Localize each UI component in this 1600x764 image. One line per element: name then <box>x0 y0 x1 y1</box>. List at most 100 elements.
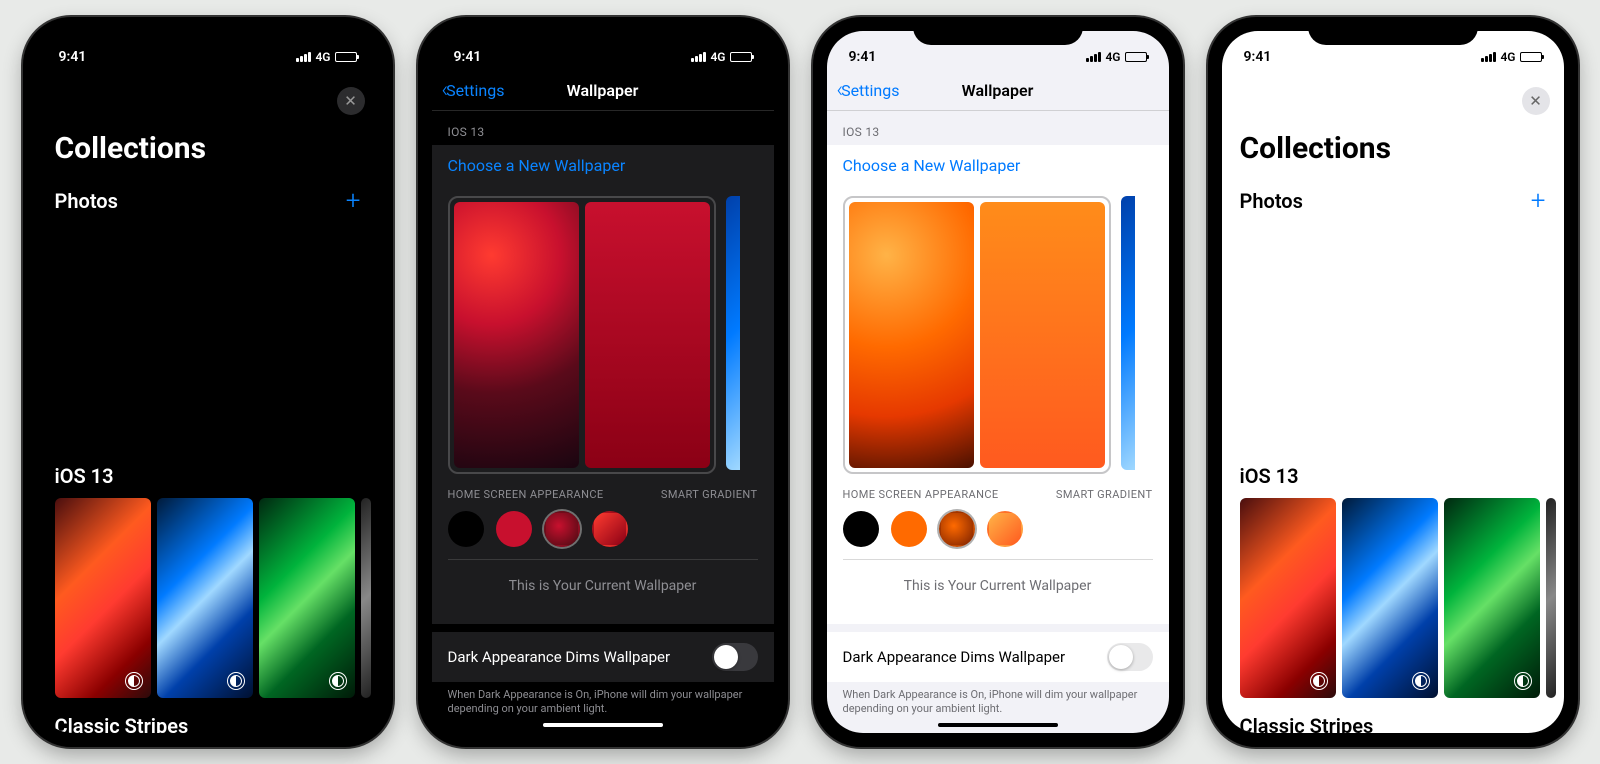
dims-toggle-row[interactable]: Dark Appearance Dims Wallpaper <box>432 632 774 682</box>
back-label: Settings <box>446 81 504 100</box>
appearance-dot-dark[interactable] <box>939 511 975 547</box>
footer-description: When Dark Appearance is On, iPhone will … <box>432 682 774 723</box>
ios13-thumb-row[interactable] <box>37 494 379 702</box>
phone-frame: 9:41 4G ✕ Collections Photos + iOS 13 Cl… <box>1208 17 1578 747</box>
photos-empty-area[interactable] <box>37 222 379 452</box>
dims-toggle-label: Dark Appearance Dims Wallpaper <box>448 648 671 666</box>
divider <box>448 559 758 560</box>
add-icon[interactable]: + <box>1531 186 1546 216</box>
choose-wallpaper-link[interactable]: Choose a New Wallpaper <box>827 145 1169 186</box>
screen-wallpaper-light: 9:41 4G ‹ Settings Wallpaper IOS 13 Choo… <box>827 31 1169 733</box>
back-label: Settings <box>841 81 899 100</box>
lock-screen-preview <box>849 202 974 468</box>
photos-row-header[interactable]: Photos + <box>37 174 379 222</box>
photos-empty-area[interactable] <box>1222 222 1564 452</box>
wallpaper-thumb[interactable] <box>1342 498 1438 698</box>
status-right: 4G <box>1481 50 1541 64</box>
ios13-label: iOS 13 <box>55 464 114 488</box>
classic-row-header: Classic Stripes <box>37 702 379 733</box>
page-title: Collections <box>37 71 379 174</box>
wallpaper-thumb[interactable] <box>361 498 371 698</box>
phone-frame: 9:41 4G ‹ Settings Wallpaper IOS 13 Choo… <box>418 17 788 747</box>
phone-frame: 9:41 4G ‹ Settings Wallpaper IOS 13 Choo… <box>813 17 1183 747</box>
wallpaper-preview-selected[interactable] <box>448 196 716 474</box>
classic-label: Classic Stripes <box>55 714 189 733</box>
home-indicator[interactable] <box>543 723 663 727</box>
notch <box>123 17 293 45</box>
notch <box>518 17 688 45</box>
appearance-dot-black[interactable] <box>843 511 879 547</box>
preview-area: HOME SCREEN APPEARANCE SMART GRADIENT Th… <box>827 186 1169 624</box>
dynamic-badge-icon <box>1514 672 1532 690</box>
dynamic-badge-icon <box>227 672 245 690</box>
back-button[interactable]: ‹ Settings <box>837 78 900 103</box>
dynamic-badge-icon <box>125 672 143 690</box>
nav-bar: ‹ Settings Wallpaper <box>827 71 1169 111</box>
status-time: 9:41 <box>1244 49 1272 65</box>
dynamic-badge-icon <box>1412 672 1430 690</box>
screen-collections-light: 9:41 4G ✕ Collections Photos + iOS 13 Cl… <box>1222 31 1564 733</box>
nav-title: Wallpaper <box>962 81 1034 100</box>
ios13-row-header: iOS 13 <box>1222 452 1564 494</box>
ios13-thumb-row[interactable] <box>1222 494 1564 702</box>
photos-label: Photos <box>55 189 118 213</box>
close-button[interactable]: ✕ <box>337 87 365 115</box>
wallpaper-thumb[interactable] <box>157 498 253 698</box>
battery-icon <box>730 52 752 62</box>
close-button[interactable]: ✕ <box>1522 87 1550 115</box>
signal-icon <box>691 52 706 62</box>
current-wallpaper-label: This is Your Current Wallpaper <box>448 572 758 608</box>
phone-frame: 9:41 4G ✕ Collections Photos + iOS 13 Cl… <box>23 17 393 747</box>
ios13-row-header: iOS 13 <box>37 452 379 494</box>
classic-label: Classic Stripes <box>1240 714 1374 733</box>
appearance-dot-color[interactable] <box>496 511 532 547</box>
wallpaper-preview-next[interactable] <box>726 196 740 470</box>
screen-wallpaper-dark: 9:41 4G ‹ Settings Wallpaper IOS 13 Choo… <box>432 31 774 733</box>
wallpaper-thumb[interactable] <box>1444 498 1540 698</box>
choose-wallpaper-link[interactable]: Choose a New Wallpaper <box>432 145 774 186</box>
section-label: IOS 13 <box>827 111 1169 145</box>
home-screen-preview <box>585 202 710 468</box>
add-icon[interactable]: + <box>346 186 361 216</box>
status-time: 9:41 <box>59 49 87 65</box>
appearance-labels: HOME SCREEN APPEARANCE SMART GRADIENT <box>843 474 1153 511</box>
signal-icon <box>1086 52 1101 62</box>
wallpaper-thumb[interactable] <box>1240 498 1336 698</box>
footer-description: When Dark Appearance is On, iPhone will … <box>827 682 1169 723</box>
toggle-knob <box>1109 645 1133 669</box>
wallpaper-thumb[interactable] <box>55 498 151 698</box>
wallpaper-preview-next[interactable] <box>1121 196 1135 470</box>
dims-toggle[interactable] <box>1107 643 1153 671</box>
network-label: 4G <box>315 50 330 64</box>
appearance-dot-gradient[interactable] <box>592 511 628 547</box>
wallpaper-thumb[interactable] <box>259 498 355 698</box>
appearance-dot-color[interactable] <box>891 511 927 547</box>
notch <box>1308 17 1478 45</box>
home-screen-preview <box>980 202 1105 468</box>
toggle-knob <box>714 645 738 669</box>
dims-toggle[interactable] <box>712 643 758 671</box>
nav-title: Wallpaper <box>567 81 639 100</box>
back-button[interactable]: ‹ Settings <box>442 78 505 103</box>
battery-icon <box>1520 52 1542 62</box>
appearance-dot-black[interactable] <box>448 511 484 547</box>
signal-icon <box>296 52 311 62</box>
wallpaper-thumb[interactable] <box>1546 498 1556 698</box>
dynamic-badge-icon <box>1310 672 1328 690</box>
classic-row-header: Classic Stripes <box>1222 702 1564 733</box>
wallpaper-preview-selected[interactable] <box>843 196 1111 474</box>
home-appearance-label: HOME SCREEN APPEARANCE <box>448 488 604 501</box>
status-time: 9:41 <box>849 49 877 65</box>
network-label: 4G <box>710 50 725 64</box>
dims-toggle-row[interactable]: Dark Appearance Dims Wallpaper <box>827 632 1169 682</box>
appearance-dots <box>843 511 1153 547</box>
status-time: 9:41 <box>454 49 482 65</box>
signal-icon <box>1481 52 1496 62</box>
photos-row-header[interactable]: Photos + <box>1222 174 1564 222</box>
status-right: 4G <box>691 50 751 64</box>
appearance-dot-dark[interactable] <box>544 511 580 547</box>
home-indicator[interactable] <box>938 723 1058 727</box>
status-right: 4G <box>1086 50 1146 64</box>
appearance-dot-gradient[interactable] <box>987 511 1023 547</box>
appearance-labels: HOME SCREEN APPEARANCE SMART GRADIENT <box>448 474 758 511</box>
